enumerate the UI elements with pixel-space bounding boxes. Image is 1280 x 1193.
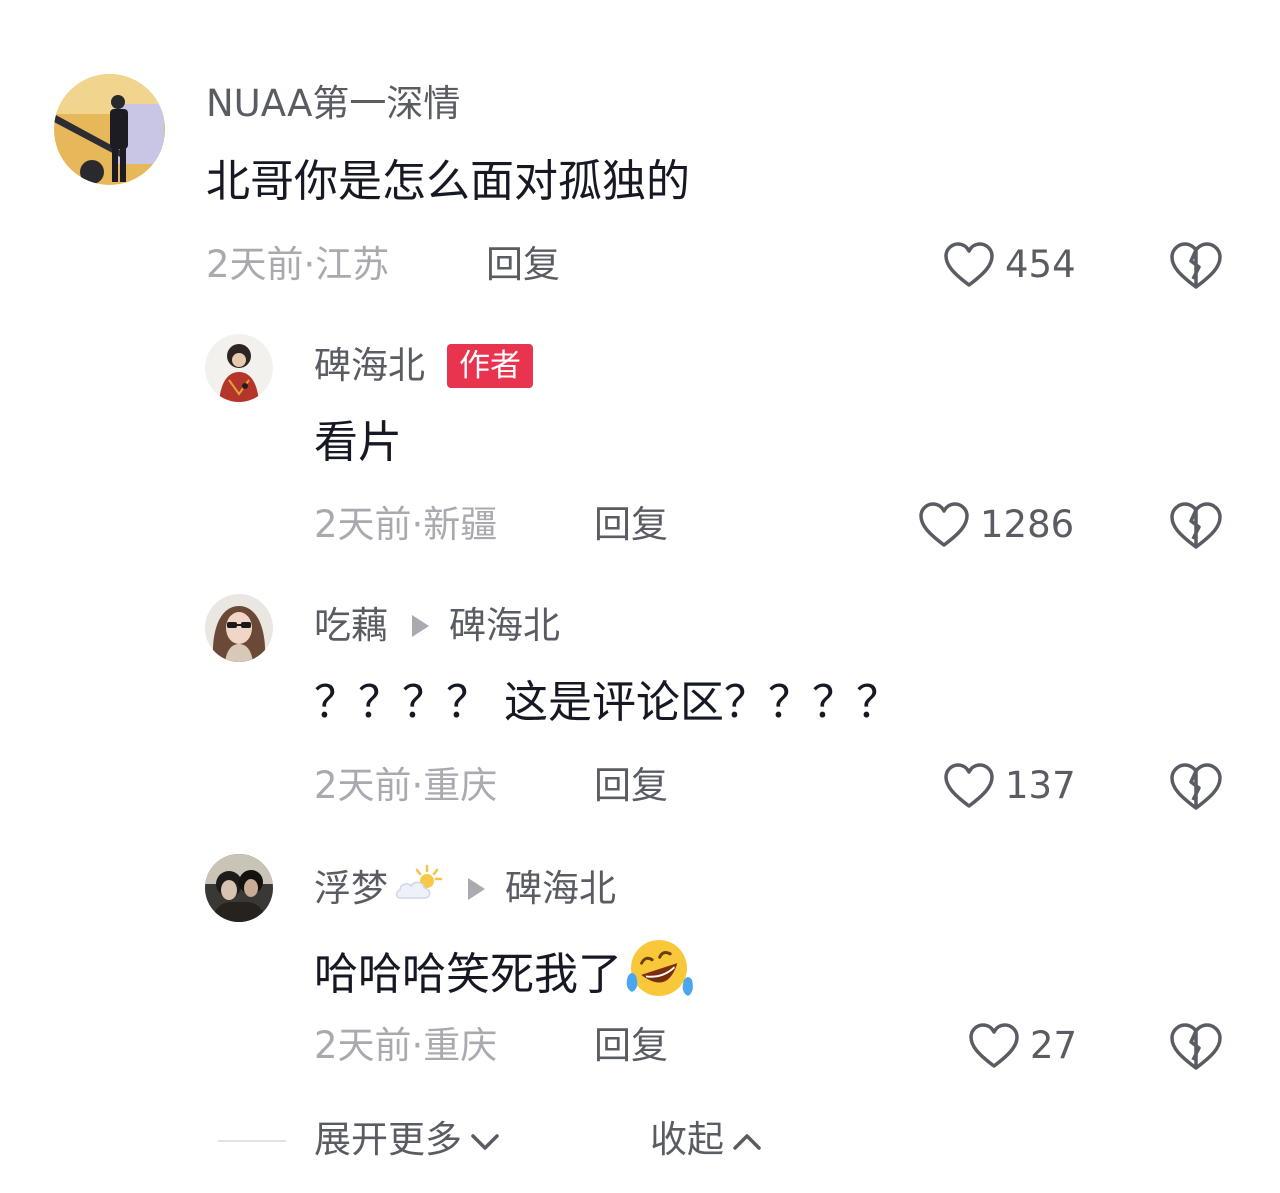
reply-text-container[interactable]: 哈哈哈笑死我了 (314, 936, 694, 1013)
broken-heart-icon (1170, 242, 1222, 289)
reply-username-text: 吃藕 (314, 604, 388, 647)
broken-heart-icon (1170, 1023, 1222, 1070)
heart-outline-icon (943, 241, 995, 289)
reply-time-location: 2天前·新疆 (314, 503, 498, 546)
reply-dislike-button[interactable] (1169, 501, 1223, 551)
divider (218, 1140, 286, 1142)
heart-outline-icon (968, 1022, 1020, 1070)
collapse-label: 收起 (650, 1118, 724, 1161)
reply-to-username[interactable]: 碑海北 (449, 604, 560, 648)
comment-text[interactable]: 北哥你是怎么面对孤独的 (206, 155, 690, 209)
top-clipped-like-icon (980, 0, 1010, 4)
expand-more-button[interactable]: 展开更多 (314, 1118, 500, 1162)
heart-outline-icon (918, 501, 970, 549)
like-count: 454 (1005, 243, 1076, 286)
comment-like-button[interactable]: 454 (943, 241, 1076, 289)
reply-like-button[interactable]: 1286 (918, 501, 1074, 549)
expand-more-label: 展开更多 (314, 1118, 462, 1161)
reply-to-arrow-icon (468, 878, 485, 900)
like-count: 137 (1005, 764, 1076, 807)
comment-time-location: 2天前·江苏 (206, 243, 390, 286)
reply-like-button[interactable]: 27 (968, 1022, 1077, 1070)
chevron-up-icon (732, 1118, 762, 1162)
top-clipped-dislike-icon (1182, 0, 1212, 4)
broken-heart-icon (1170, 502, 1222, 549)
rolling-laughing-emoji-icon (624, 936, 694, 1013)
reply-username[interactable]: 浮梦 碑海北 (314, 864, 616, 914)
comment-dislike-button[interactable] (1169, 241, 1223, 291)
avatar[interactable] (205, 334, 273, 402)
avatar[interactable] (205, 594, 273, 662)
reply-to-arrow-icon (412, 615, 429, 637)
like-count: 27 (1030, 1024, 1078, 1067)
reply-time-location: 2天前·重庆 (314, 1024, 498, 1067)
reply-reply-button[interactable]: 回复 (594, 764, 668, 808)
reply-text[interactable]: 看片 (314, 416, 402, 470)
reply-reply-button[interactable]: 回复 (594, 503, 668, 547)
reply-username-text: 碑海北 (314, 344, 425, 387)
reply-username[interactable]: 碑海北 作者 (314, 344, 533, 388)
chevron-down-icon (470, 1118, 500, 1162)
comment-reply-button[interactable]: 回复 (486, 243, 560, 287)
comment-username[interactable]: NUAA第一深情 (206, 82, 460, 126)
author-badge: 作者 (447, 344, 533, 388)
reply-text: 哈哈哈笑死我了 (314, 948, 622, 1000)
reply-like-button[interactable]: 137 (943, 762, 1076, 810)
like-count: 1286 (980, 503, 1075, 546)
avatar[interactable] (205, 854, 273, 922)
broken-heart-icon (1170, 763, 1222, 810)
reply-to-username[interactable]: 碑海北 (505, 867, 616, 911)
avatar[interactable] (54, 74, 165, 185)
reply-time-location: 2天前·重庆 (314, 764, 498, 807)
collapse-button[interactable]: 收起 (650, 1118, 762, 1162)
reply-username[interactable]: 吃藕 碑海北 (314, 604, 560, 648)
reply-dislike-button[interactable] (1169, 1022, 1223, 1072)
reply-username-text: 浮梦 (314, 867, 388, 910)
partly-sunny-emoji-icon (394, 864, 444, 914)
reply-dislike-button[interactable] (1169, 762, 1223, 812)
reply-reply-button[interactable]: 回复 (594, 1024, 668, 1068)
reply-text[interactable]: ？？？？ 这是评论区？？？？ (314, 676, 900, 730)
heart-outline-icon (943, 762, 995, 810)
